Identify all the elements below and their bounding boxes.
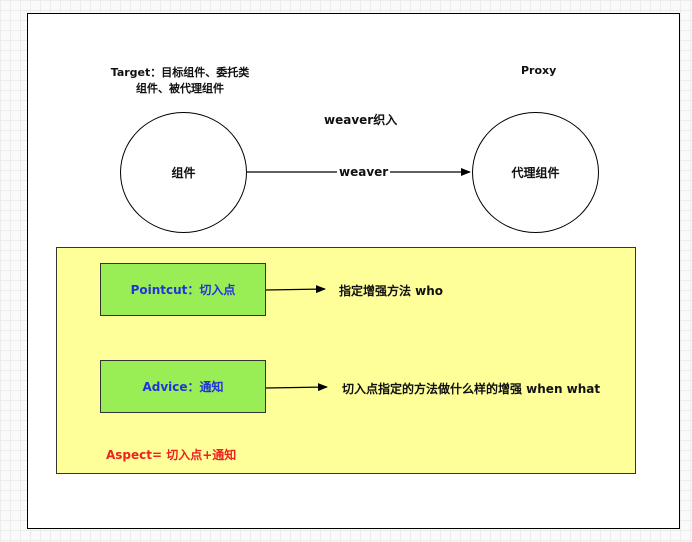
connector-arrows xyxy=(247,168,471,392)
weaver-arrow-label: weaver xyxy=(337,165,391,179)
aspect-formula: Aspect= 切入点+通知 xyxy=(106,448,237,462)
advice-description: 切入点指定的方法做什么样的增强 when what xyxy=(342,382,601,396)
advice-arrow xyxy=(265,383,328,392)
pointcut-description: 指定增强方法 who xyxy=(339,284,444,298)
pointcut-arrow xyxy=(265,285,326,294)
